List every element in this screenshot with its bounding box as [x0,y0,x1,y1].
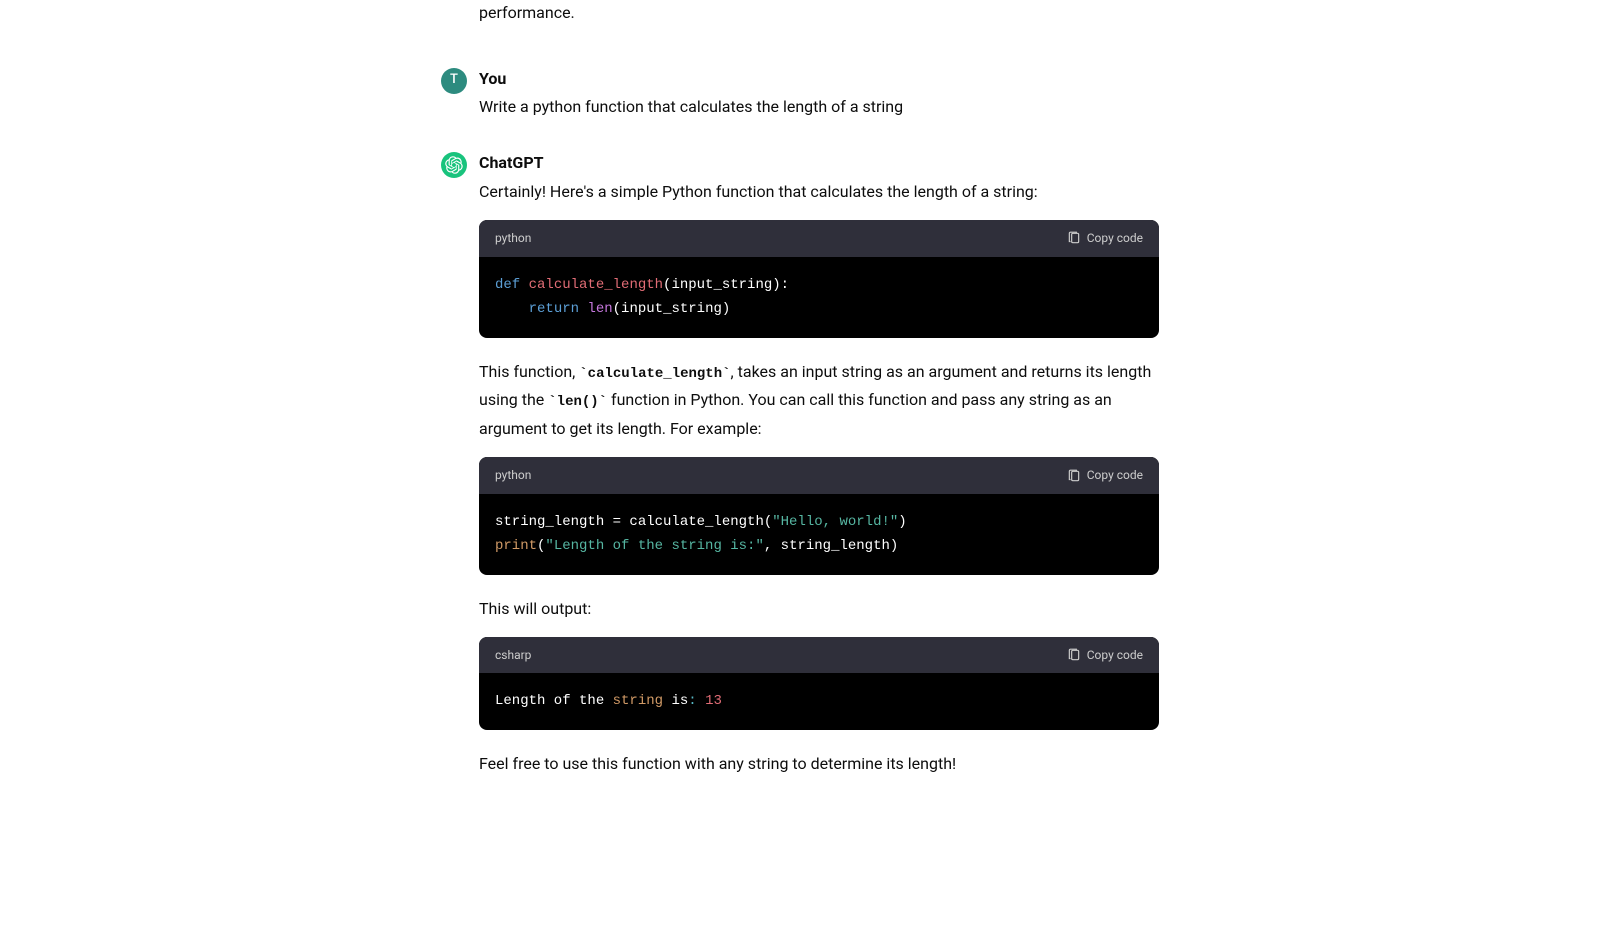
code-block-1: python Copy code def calculate_length(in… [479,220,1159,337]
user-message-text: Write a python function that calculates … [479,93,1159,120]
inline-code-calc-length: `calculate_length` [579,366,730,382]
clipboard-icon [1067,648,1081,662]
code-block-3: csharp Copy code Length of the string is… [479,637,1159,730]
clipboard-icon [1067,469,1081,483]
assistant-message: ChatGPT Certainly! Here's a simple Pytho… [441,150,1159,785]
chatgpt-logo-icon [445,156,463,174]
user-author-label: You [479,66,1159,92]
code-lang-label: csharp [495,645,531,665]
code-lang-label: python [495,465,531,485]
code-body-2: string_length = calculate_length("Hello,… [479,494,1159,575]
assistant-avatar [441,152,467,178]
assistant-closing-text: Feel free to use this function with any … [479,750,1159,777]
copy-code-label: Copy code [1087,465,1143,485]
assistant-explain-1: This function, `calculate_length`, takes… [479,358,1159,443]
copy-code-label: Copy code [1087,228,1143,248]
assistant-explain-2: This will output: [479,595,1159,622]
assistant-intro-text: Certainly! Here's a simple Python functi… [479,178,1159,205]
copy-code-label: Copy code [1087,645,1143,665]
inline-code-len: `len()` [548,394,607,410]
user-avatar: T [441,68,467,94]
code-lang-label: python [495,228,531,248]
copy-code-button[interactable]: Copy code [1067,465,1143,485]
code-block-2: python Copy code string_length = calcula… [479,457,1159,574]
code-body-1: def calculate_length(input_string): retu… [479,257,1159,338]
previous-message-tail: performance. [441,0,1159,26]
user-message: T You Write a python function that calcu… [441,66,1159,121]
copy-code-button[interactable]: Copy code [1067,645,1143,665]
assistant-author-label: ChatGPT [479,150,1159,176]
copy-code-button[interactable]: Copy code [1067,228,1143,248]
code-body-3: Length of the string is: 13 [479,673,1159,730]
clipboard-icon [1067,231,1081,245]
